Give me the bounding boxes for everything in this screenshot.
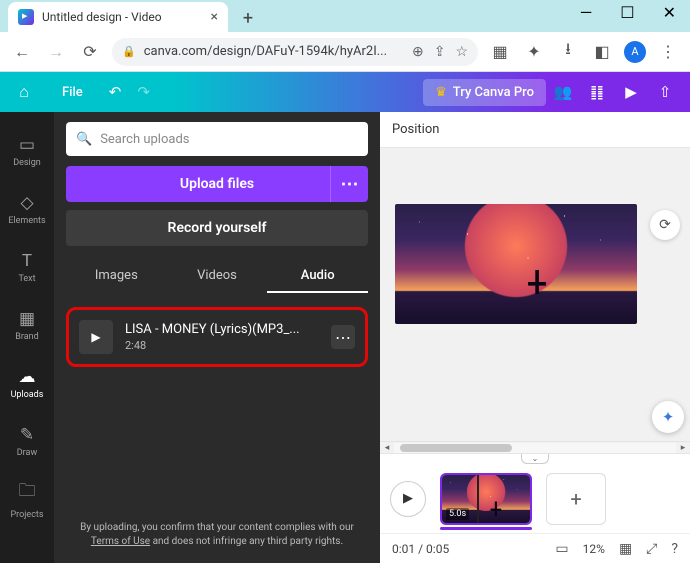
panel-tabs: Images Videos Audio [66,260,368,293]
crown-icon: ♛ [435,85,447,100]
rail-text[interactable]: TText [0,240,54,294]
tab-audio[interactable]: Audio [267,260,368,293]
audio-upload-item[interactable]: ▶ LISA - MONEY (Lyrics)(MP3_... 2:48 ⋯ [66,307,368,367]
scroll-thumb[interactable] [400,444,513,452]
audio-title: LISA - MONEY (Lyrics)(MP3_... [125,322,319,337]
file-menu[interactable]: File [48,85,97,100]
window-maximize-icon[interactable]: ☐ [620,3,634,22]
horizontal-scrollbar[interactable]: ◂ ▸ [380,441,690,453]
uploads-panel: 🔍 Search uploads Upload files ⋯ Record y… [54,112,380,563]
window-minimize-icon[interactable]: — [580,3,593,22]
timeline-expand-handle[interactable]: ⌄ [380,454,690,464]
draw-icon: ✎ [20,425,34,445]
canvas-area[interactable]: ⟳ ✦ [380,148,690,441]
text-icon: T [22,251,32,271]
rail-uploads[interactable]: ☁Uploads [0,356,54,410]
nav-forward-button[interactable]: → [44,40,68,64]
bookmark-icon[interactable]: ☆ [455,44,468,60]
playhead[interactable] [477,473,479,525]
new-tab-button[interactable]: + [234,4,262,32]
rail-design[interactable]: ▭Design [0,124,54,178]
grid-view-icon[interactable]: ▦ [619,541,632,557]
audio-more-button[interactable]: ⋯ [331,325,355,349]
browser-tab-strip: Untitled design - Video × + — ☐ ✕ [0,0,690,32]
search-icon: 🔍 [76,132,92,147]
fullscreen-icon[interactable]: ⤢ [646,541,657,557]
canvas-toolbar: Position [380,112,690,148]
uploads-icon: ☁ [19,367,36,387]
rotate-button[interactable]: ⟳ [650,210,680,240]
audio-meta: LISA - MONEY (Lyrics)(MP3_... 2:48 [125,322,319,352]
magic-button[interactable]: ✦ [652,401,684,433]
tab-images[interactable]: Images [66,260,167,293]
search-input[interactable]: 🔍 Search uploads [66,122,368,156]
home-button[interactable]: ⌂ [0,82,48,102]
side-rail: ▭Design ◇Elements TText ▦Brand ☁Uploads … [0,112,54,563]
rail-draw[interactable]: ✎Draw [0,414,54,468]
help-icon[interactable]: ? [671,541,678,557]
rail-elements[interactable]: ◇Elements [0,182,54,236]
undo-button[interactable]: ↶ [109,83,122,101]
search-placeholder: Search uploads [100,132,189,147]
main-area: ▭Design ◇Elements TText ▦Brand ☁Uploads … [0,112,690,563]
timeline-footer: 0:01 / 0:05 ▭ 12% ▦ ⤢ ? [380,533,690,563]
window-close-icon[interactable]: ✕ [663,3,676,22]
try-pro-button[interactable]: ♛ Try Canva Pro [423,79,546,106]
tab-videos[interactable]: Videos [167,260,268,293]
kebab-menu-icon[interactable]: ⋮ [656,40,680,64]
address-bar[interactable]: 🔒 canva.com/design/DAFuY-1594k/hyAr2I...… [112,38,478,66]
upload-more-button[interactable]: ⋯ [330,166,368,202]
puzzle-icon[interactable]: ✦ [522,40,546,64]
projects-icon: 🗀 [19,478,36,507]
share-icon[interactable]: ⇪ [434,44,446,60]
scroll-track[interactable] [394,443,676,453]
close-tab-icon[interactable]: × [211,9,218,25]
redo-button[interactable]: ↷ [137,83,150,101]
position-button[interactable]: Position [392,122,439,137]
nav-reload-button[interactable]: ⟳ [78,40,102,64]
timeline: ⌄ ▶ 5.0s + 0:01 / 0:05 ▭ 12% ▦ [380,453,690,563]
upload-files-button[interactable]: Upload files ⋯ [66,166,368,202]
upload-disclaimer: By uploading, you confirm that your cont… [66,515,368,555]
zoom-level[interactable]: 12% [583,542,605,556]
browser-tab[interactable]: Untitled design - Video × [8,2,228,32]
sparkle-icon: ✦ [662,408,675,426]
analytics-button[interactable]: ䷁ [580,83,614,101]
elements-icon: ◇ [20,193,33,213]
canvas-content[interactable] [395,204,637,324]
share-button[interactable]: ⇧ [648,83,682,101]
audio-play-icon[interactable]: ▶ [79,320,113,354]
rail-projects[interactable]: 🗀Projects [0,472,54,526]
profile-avatar[interactable]: A [624,41,646,63]
nav-back-button[interactable]: ← [10,40,34,64]
download-icon[interactable]: ⭳ [556,40,580,64]
terms-link[interactable]: Terms of Use [91,536,150,547]
add-clip-button[interactable]: + [546,473,606,525]
extension-icon[interactable]: ▦ [488,40,512,64]
timeline-play-button[interactable]: ▶ [390,481,426,517]
scroll-right-icon[interactable]: ▸ [676,443,690,453]
canvas-side: Position ⟳ ✦ ◂ ▸ ⌄ ▶ 5.0s [380,112,690,563]
url-text: canva.com/design/DAFuY-1594k/hyAr2I... [144,44,387,59]
notes-icon[interactable]: ▭ [555,541,568,557]
timeline-clip[interactable]: 5.0s [440,473,532,525]
brand-icon: ▦ [19,309,35,329]
collaborators-button[interactable]: 👥 [546,83,580,101]
record-yourself-button[interactable]: Record yourself [66,210,368,246]
rail-brand[interactable]: ▦Brand [0,298,54,352]
lock-icon: 🔒 [122,45,136,58]
timeline-time: 0:01 / 0:05 [392,542,449,556]
scroll-left-icon[interactable]: ◂ [380,443,394,453]
present-button[interactable]: ▶ [614,83,648,101]
tab-favicon [18,9,34,25]
audio-duration: 2:48 [125,339,319,352]
browser-toolbar: ← → ⟳ 🔒 canva.com/design/DAFuY-1594k/hyA… [0,32,690,72]
clip-duration: 5.0s [446,508,469,520]
sidepanel-icon[interactable]: ◧ [590,40,614,64]
design-icon: ▭ [19,135,35,155]
app-header: ⌂ File ↶ ↷ ♛ Try Canva Pro 👥 ䷁ ▶ ⇧ [0,72,690,112]
tab-title: Untitled design - Video [42,10,162,24]
zoom-icon[interactable]: ⊕ [412,44,424,60]
